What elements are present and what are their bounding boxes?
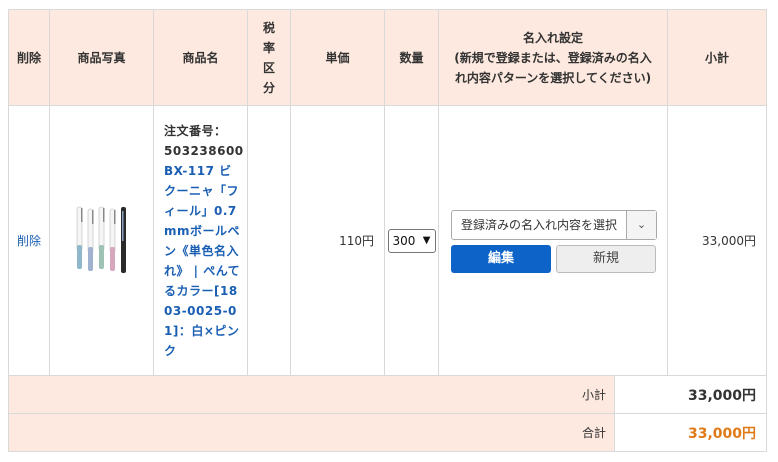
pen-green	[98, 206, 104, 269]
header-tax: 税 率 区 分	[247, 9, 291, 106]
header-delete: 削除	[8, 9, 50, 106]
summary-subtotal-label: 小計	[8, 375, 615, 414]
tax-category-cell	[247, 105, 291, 376]
header-photo: 商品写真	[49, 9, 154, 106]
edit-button[interactable]: 編集	[451, 245, 551, 273]
pen-blue	[87, 208, 93, 271]
product-name-cell: 注文番号： 503238600 BX-117 ビクーニャ「フィール」0.7mmボ…	[153, 105, 248, 376]
cart-page: 削除 商品写真 商品名 税 率 区 分 単価 数量 名入れ設定 (新規で登録また…	[0, 0, 778, 462]
quantity-select[interactable]: 300 ▼	[387, 228, 436, 253]
header-tax-char: 分	[262, 80, 275, 95]
order-label: 注文番号：	[164, 123, 227, 138]
photo-cell	[49, 105, 154, 376]
pen-black	[120, 206, 126, 273]
header-tax-char: 区	[262, 60, 275, 75]
header-tax-char: 率	[262, 40, 275, 55]
summary-subtotal-row: 小計 33,000円	[8, 375, 767, 414]
name-setting-cell: 登録済みの名入れ内容を選択 ⌄ 編集 新規	[438, 105, 668, 376]
delete-cell: 削除	[8, 105, 50, 376]
pattern-select[interactable]: 登録済みの名入れ内容を選択 ⌄	[451, 210, 657, 240]
summary-total-label: 合計	[8, 413, 615, 452]
header-name-setting: 名入れ設定 (新規で登録または、登録済みの名入 れ内容パターンを選択してください…	[438, 9, 668, 106]
header-subtotal: 小計	[667, 9, 767, 106]
cart-item-row: 削除 注文番号： 503238600 BX-117 ビクーニャ「フィール」0.7…	[8, 105, 767, 376]
quantity-value: 300	[392, 233, 416, 248]
chevron-down-icon[interactable]: ⌄	[626, 211, 656, 239]
name-setting-hint: (新規で登録または、登録済みの名入	[454, 50, 652, 65]
product-name-link[interactable]: BX-117 ビクーニャ「フィール」0.7mmボールペン《単色名入れ》 | ぺん…	[164, 164, 240, 358]
header-tax-char: 税	[262, 20, 275, 35]
pen-light-blue	[76, 206, 82, 269]
delete-link[interactable]: 削除	[9, 232, 49, 249]
new-button[interactable]: 新規	[556, 245, 656, 273]
pen-pink	[109, 208, 115, 271]
summary-subtotal-value: 33,000円	[614, 375, 767, 414]
name-setting-hint: れ内容パターンを選択してください)	[454, 70, 652, 85]
header-quantity: 数量	[384, 9, 439, 106]
order-number: 503238600	[164, 143, 244, 158]
cart-table: 削除 商品写真 商品名 税 率 区 分 単価 数量 名入れ設定 (新規で登録また…	[8, 9, 767, 452]
item-subtotal: 33,000円	[667, 105, 767, 376]
product-photo[interactable]	[71, 205, 133, 277]
pattern-select-label: 登録済みの名入れ内容を選択	[461, 218, 618, 232]
unit-price: 110円	[290, 105, 385, 376]
header-unit-price: 単価	[290, 9, 385, 106]
header-name: 商品名	[153, 9, 248, 106]
chevron-down-icon: ▼	[422, 234, 431, 246]
name-setting-title: 名入れ設定	[522, 30, 583, 45]
summary-total-row: 合計 33,000円	[8, 413, 767, 452]
summary-total-value: 33,000円	[614, 413, 767, 452]
header-row: 削除 商品写真 商品名 税 率 区 分 単価 数量 名入れ設定 (新規で登録また…	[8, 9, 767, 106]
quantity-cell: 300 ▼	[384, 105, 439, 376]
